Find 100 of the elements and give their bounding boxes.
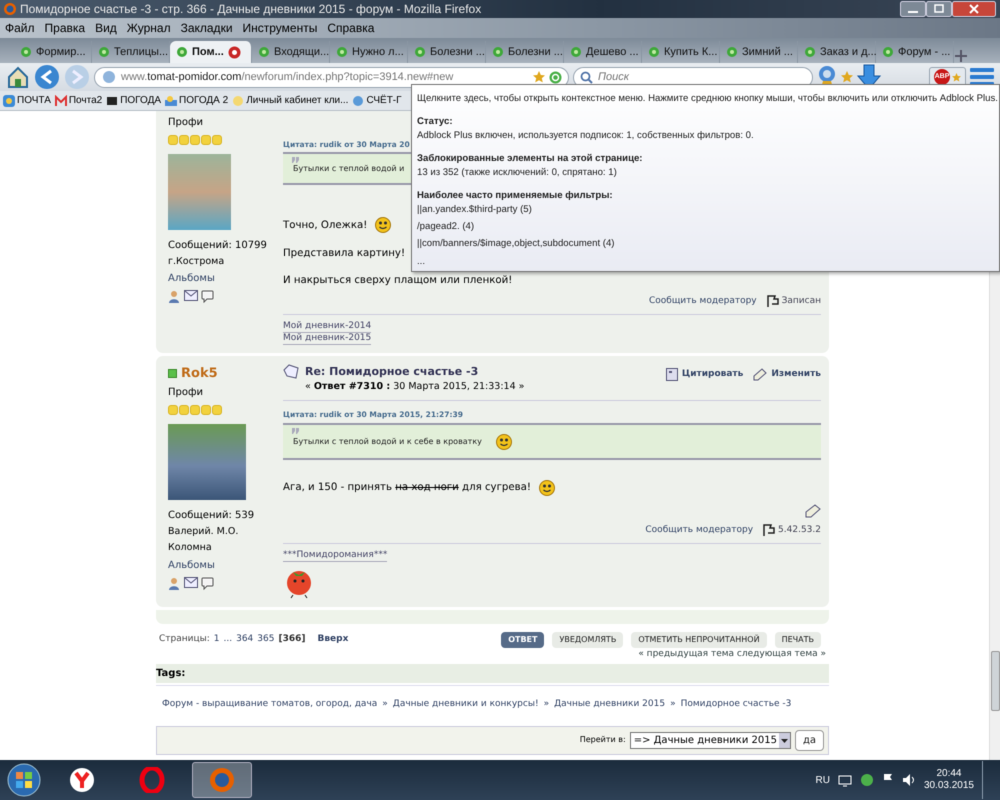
page-link[interactable]: ...	[224, 633, 232, 647]
post-title-link[interactable]: Re: Помидорное счастье -3	[305, 364, 524, 380]
forum-button[interactable]: УВЕДОМЛЯТЬ	[552, 632, 624, 648]
bookmark-item[interactable]: Личный кабинет кли...	[232, 93, 348, 108]
tooltip-line: ||com/banners/$image,object,subdocument (4)	[417, 237, 616, 251]
post-text: И накрыться сверху плащом или пленкой!	[283, 274, 512, 288]
maximize-icon[interactable]	[926, 1, 952, 17]
breadcrumb-link[interactable]: Форум - выращивание томатов, огород, дача	[162, 698, 378, 712]
page-icon	[414, 46, 426, 58]
y-icon	[69, 767, 95, 793]
speech-bubble-icon[interactable]	[201, 290, 214, 304]
forum-button[interactable]: ОТМЕТИТЬ НЕПРОЧИТАННОЙ	[631, 632, 767, 648]
page-link[interactable]: 364	[236, 633, 254, 647]
page-link[interactable]: 1	[214, 633, 220, 647]
close-icon[interactable]	[952, 1, 996, 17]
bookmark-item[interactable]: Почта2	[54, 93, 102, 108]
volume-icon[interactable]	[902, 773, 916, 787]
topic-navigation-link[interactable]: « предыдущая тема следующая тема »	[156, 648, 829, 662]
page-icon	[726, 46, 738, 58]
tooltip-line: /pagead2. (4)	[417, 220, 476, 234]
report-link[interactable]: Сообщить модератору	[648, 294, 757, 308]
menu-item[interactable]: Вид	[90, 19, 122, 37]
page-link[interactable]: [366]	[278, 633, 306, 647]
post-action-link[interactable]: Изменить	[753, 368, 821, 382]
clock-time: 20:44	[936, 768, 962, 780]
page-link[interactable]: 365	[257, 633, 274, 647]
ip-address: 5.42.53.2	[778, 524, 821, 537]
page-icon	[570, 46, 582, 58]
breadcrumb-link[interactable]: Помидорное счастье -3	[680, 698, 792, 712]
bookmark-item[interactable]: ПОГОДА 2	[165, 93, 228, 108]
albums-link[interactable]: Альбомы	[168, 271, 215, 286]
quote-mark-icon	[291, 157, 300, 164]
start-button[interactable]	[6, 762, 42, 798]
report-link[interactable]: Сообщить модератору	[645, 524, 754, 538]
back-icon[interactable]	[34, 64, 60, 90]
forum-select[interactable]: => Дачные дневники 2015	[630, 732, 791, 749]
post-action-link[interactable]: Цитировать	[666, 368, 744, 382]
page-icon	[20, 46, 32, 58]
tooltip-heading: Наиболее часто применяемые фильтры:	[417, 189, 614, 203]
bookmark-item[interactable]: СЧЁТ-Г	[352, 93, 402, 108]
post-count: Сообщений: 539	[168, 509, 254, 524]
reload-icon[interactable]	[549, 70, 562, 84]
mail-icon[interactable]	[184, 576, 198, 588]
flag-icon	[763, 524, 776, 536]
edit-icon	[805, 504, 821, 518]
new-tab-icon[interactable]	[954, 49, 968, 63]
signature-link[interactable]: ***Помидоромания***	[283, 550, 388, 562]
menu-item[interactable]: Справка	[322, 19, 380, 37]
tooltip-line: ||an.yandex.$third-party (5)	[417, 202, 533, 216]
bookmark-item[interactable]: ПОЧТА	[3, 93, 51, 108]
forum-button[interactable]: ПЕЧАТЬ	[774, 632, 821, 648]
post-meta: « Ответ #7310 : 30 Марта 2015, 21:33:14 »	[305, 380, 524, 394]
flag-icon	[766, 295, 779, 308]
window-title: Помидорное счастье -3 - стр. 366 - Дачные дневники 2015 - форум - Mozilla Firefox	[20, 1, 482, 18]
breadcrumb-separator: »	[544, 698, 550, 712]
bookmark-icon	[352, 94, 364, 106]
search-icon	[580, 70, 593, 84]
page-icon	[882, 46, 894, 58]
menu-item[interactable]: Инструменты	[238, 19, 322, 37]
home-icon[interactable]	[6, 65, 30, 89]
menu-item[interactable]: Файл	[0, 19, 40, 37]
address-field[interactable]: www.tomat-pomidor.com/newforum/index.php?topic=3914.new#new	[94, 66, 569, 88]
mail-icon[interactable]	[184, 290, 198, 302]
language-indicator[interactable]: RU	[815, 772, 830, 788]
breadcrumb-link[interactable]: Дачные дневники 2015	[554, 698, 666, 712]
member-rank: Профи	[168, 386, 204, 400]
star-icon[interactable]	[533, 71, 545, 83]
bookmark-icon	[165, 94, 178, 106]
browser-tab[interactable]: Пом...	[170, 41, 252, 63]
ring-icon	[139, 767, 165, 793]
signature-link[interactable]: Мой дневник-2014	[283, 321, 372, 333]
bookmark-icon	[106, 94, 118, 106]
menu-item[interactable]: Правка	[40, 19, 90, 37]
post-text: Ага, и 150 - принять на ход ноги для сугрева!	[283, 480, 531, 495]
tooltip-line: ...	[417, 254, 426, 268]
tooltip-line: 13 из 352 (также исключений: 0, спрятано: 1)	[417, 166, 618, 180]
profile-icon[interactable]	[168, 576, 181, 590]
menu-item[interactable]: Закладки	[176, 19, 238, 37]
tooltip-line: Adblock Plus включен, используется подписок: 1, собственных фильтров: 0.	[417, 128, 755, 142]
albums-link[interactable]: Альбомы	[168, 558, 215, 573]
menu-item[interactable]: Журнал	[122, 19, 176, 37]
post-text: Точно, Олежка!	[283, 218, 368, 233]
status-icon[interactable]	[860, 773, 874, 787]
page-icon	[492, 46, 504, 58]
speech-bubble-icon[interactable]	[201, 576, 214, 590]
tooltip-heading: Статус:	[417, 115, 454, 129]
pencil-icon	[753, 368, 768, 381]
star-icon[interactable]	[841, 71, 853, 83]
bookmark-item[interactable]: ПОГОДА	[106, 93, 162, 108]
network-icon[interactable]	[838, 773, 852, 787]
go-button[interactable]: да	[794, 730, 824, 751]
clock-date: 30.03.2015	[924, 780, 974, 792]
top-link[interactable]: Вверх	[317, 633, 348, 647]
profile-icon[interactable]	[168, 290, 181, 304]
forum-button[interactable]: ОТВЕТ	[501, 632, 544, 648]
close-icon[interactable]	[228, 46, 241, 58]
breadcrumb-link[interactable]: Дачные дневники и конкурсы!	[392, 698, 539, 712]
star-icon	[952, 72, 961, 82]
minimize-icon[interactable]	[900, 1, 926, 17]
signature-link[interactable]: Мой дневник-2015	[283, 332, 372, 345]
